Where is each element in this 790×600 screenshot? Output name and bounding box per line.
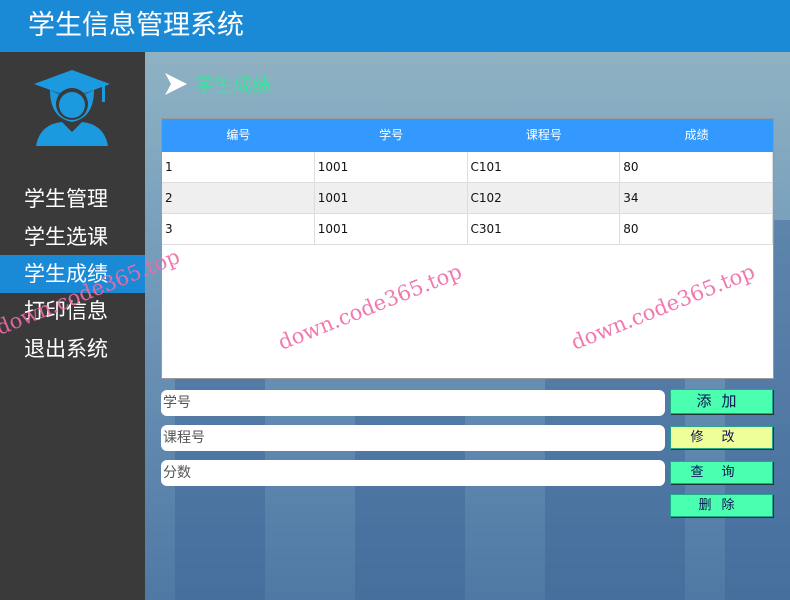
table-cell: 1 [162, 152, 315, 182]
sidebar: 学生管理 学生选课 学生成绩 打印信息 退出系统 [0, 52, 145, 600]
table-cell: C102 [468, 183, 621, 213]
table-cell: 34 [620, 183, 773, 213]
query-button[interactable]: 查询 [670, 461, 773, 484]
sidebar-item-student-management[interactable]: 学生管理 [0, 180, 145, 218]
table-cell: 80 [620, 152, 773, 182]
column-header[interactable]: 编号 [162, 119, 315, 152]
student-avatar-icon [34, 70, 110, 146]
table-cell: 1001 [315, 214, 468, 244]
table-cell: 2 [162, 183, 315, 213]
course-id-input[interactable] [161, 425, 665, 451]
sidebar-item-exit[interactable]: 退出系统 [0, 330, 145, 368]
table-cell: 80 [620, 214, 773, 244]
table-cell: C101 [468, 152, 621, 182]
column-header[interactable]: 学号 [315, 119, 468, 152]
add-button[interactable]: 添加 [670, 389, 773, 414]
delete-button[interactable]: 删除 [670, 494, 773, 517]
score-input[interactable] [161, 460, 665, 486]
arrow-right-icon [165, 72, 187, 95]
column-header[interactable]: 成绩 [620, 119, 773, 152]
sidebar-item-student-scores[interactable]: 学生成绩 [0, 255, 145, 293]
table-header-row: 编号 学号 课程号 成绩 [162, 119, 773, 152]
table-cell: C301 [468, 214, 621, 244]
section-title: 学生成绩 [195, 74, 272, 96]
table-row[interactable]: 3 1001 C301 80 [162, 214, 773, 245]
sidebar-item-print-info[interactable]: 打印信息 [0, 292, 145, 330]
table-cell: 3 [162, 214, 315, 244]
scores-table: 编号 学号 课程号 成绩 1 1001 C101 80 2 1001 C102 … [161, 118, 774, 379]
sidebar-item-course-selection[interactable]: 学生选课 [0, 218, 145, 256]
edit-button[interactable]: 修改 [670, 426, 773, 449]
column-header[interactable]: 课程号 [468, 119, 621, 152]
main-panel: 学生成绩 编号 学号 课程号 成绩 1 1001 C101 80 2 1001 … [145, 52, 790, 600]
student-id-input[interactable] [161, 390, 665, 416]
table-cell: 1001 [315, 152, 468, 182]
app-title: 学生信息管理系统 [0, 0, 790, 52]
section-header: 学生成绩 [165, 70, 271, 97]
table-cell: 1001 [315, 183, 468, 213]
table-row[interactable]: 2 1001 C102 34 [162, 183, 773, 214]
table-row[interactable]: 1 1001 C101 80 [162, 152, 773, 183]
